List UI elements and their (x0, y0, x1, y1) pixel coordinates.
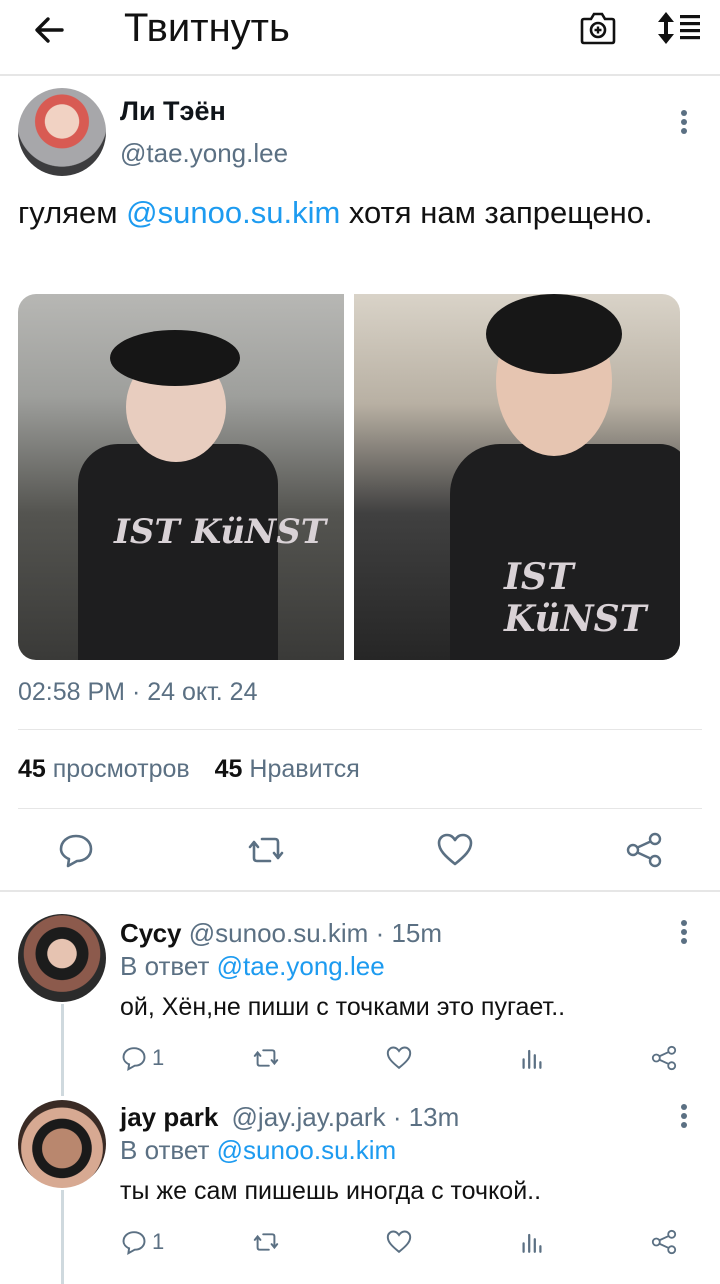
tweet-text: гуляем @sunoo.su.kim хотя нам запрещено. (18, 192, 658, 234)
tweet-mention-link[interactable]: @sunoo.su.kim (126, 195, 340, 230)
like-button[interactable] (385, 1043, 413, 1073)
reply-count: 1 (152, 1045, 165, 1070)
tweet-text-part: гуляем (18, 195, 127, 230)
reply-to-link[interactable]: @tae.yong.lee (217, 951, 385, 981)
thread-line (61, 1004, 64, 1096)
more-options-icon[interactable] (679, 920, 689, 946)
camera-icon[interactable] (578, 8, 618, 48)
tweet-stats: 45 просмотров 45 Нравится (18, 755, 360, 784)
like-button[interactable] (385, 1227, 413, 1257)
author-name[interactable]: Ли Тэён (120, 96, 226, 127)
share-button[interactable] (650, 1043, 678, 1073)
tweet-timestamp: 02:58 PM · 24 окт. 24 (18, 678, 258, 706)
author-avatar[interactable] (18, 88, 106, 176)
retweet-button[interactable] (252, 1227, 280, 1257)
reply-to-line: В ответ @tae.yong.lee (120, 951, 385, 982)
more-options-icon[interactable] (679, 110, 689, 136)
reply-button[interactable]: 1 (120, 1227, 164, 1257)
share-icon (651, 1045, 677, 1071)
reply-text: ой, Хён,не пиши с точками это пугает.. (120, 993, 566, 1021)
reply-time: · 13m (392, 1102, 460, 1132)
share-icon (651, 1229, 677, 1255)
tweet-image-1[interactable]: IST KüNST (18, 294, 344, 660)
like-icon (386, 1046, 412, 1070)
reply-text: ты же сам пишешь иногда с точкой.. (120, 1177, 542, 1205)
author-handle[interactable]: @tae.yong.lee (120, 138, 288, 169)
retweet-icon[interactable] (246, 830, 286, 870)
reply-to-line: В ответ @sunoo.su.kim (120, 1135, 396, 1166)
reply-icon (122, 1231, 146, 1256)
retweet-icon (253, 1233, 279, 1251)
analytics-button[interactable] (518, 1227, 546, 1257)
tweet-text-part: хотя нам запрещено. (340, 195, 653, 230)
analytics-icon (522, 1049, 542, 1069)
reply-button[interactable]: 1 (120, 1043, 164, 1073)
divider (18, 729, 702, 730)
divider (0, 890, 720, 892)
share-button[interactable] (650, 1227, 678, 1257)
thread-line (61, 1190, 64, 1284)
analytics-icon (522, 1233, 542, 1253)
like-icon[interactable] (435, 830, 475, 870)
like-icon (386, 1230, 412, 1254)
arrow-left-icon[interactable] (28, 10, 72, 50)
reply-icon[interactable] (56, 830, 96, 870)
more-options-icon[interactable] (679, 1104, 689, 1130)
retweet-button[interactable] (252, 1043, 280, 1073)
reply-count: 1 (152, 1229, 165, 1254)
reply-avatar[interactable] (18, 1100, 106, 1188)
reply-header: Сусу @sunoo.su.kim · 15m (120, 918, 442, 949)
reply-to-link[interactable]: @sunoo.su.kim (217, 1135, 397, 1165)
views-count: 45 (18, 755, 46, 783)
shirt-print-text: IST KüNST (114, 512, 327, 552)
reply-time: · 15m (375, 918, 443, 948)
top-bar: Твитнуть (0, 0, 720, 76)
reply-author-handle[interactable]: @jay.jay.park (232, 1102, 386, 1132)
views-label: просмотров (52, 755, 190, 783)
reply-author-name[interactable]: Сусу (120, 918, 182, 948)
likes-count[interactable]: 45 (215, 755, 243, 783)
reply-author-name[interactable]: jay park (120, 1102, 218, 1132)
sort-icon[interactable] (654, 8, 702, 48)
reply-author-handle[interactable]: @sunoo.su.kim (189, 918, 369, 948)
tweet-image-2[interactable]: IST KüNST (354, 294, 680, 660)
page-title: Твитнуть (124, 6, 290, 50)
analytics-button[interactable] (518, 1043, 546, 1073)
retweet-icon (253, 1049, 279, 1067)
reply-header: jay park @jay.jay.park · 13m (120, 1102, 459, 1133)
reply-to-prefix: В ответ (120, 951, 217, 981)
share-icon[interactable] (624, 830, 664, 870)
likes-label[interactable]: Нравится (249, 755, 359, 783)
reply-avatar[interactable] (18, 914, 106, 1002)
reply-icon (122, 1047, 146, 1072)
shirt-print-text: IST KüNST (504, 556, 647, 640)
reply-to-prefix: В ответ (120, 1135, 217, 1165)
divider (18, 808, 702, 809)
